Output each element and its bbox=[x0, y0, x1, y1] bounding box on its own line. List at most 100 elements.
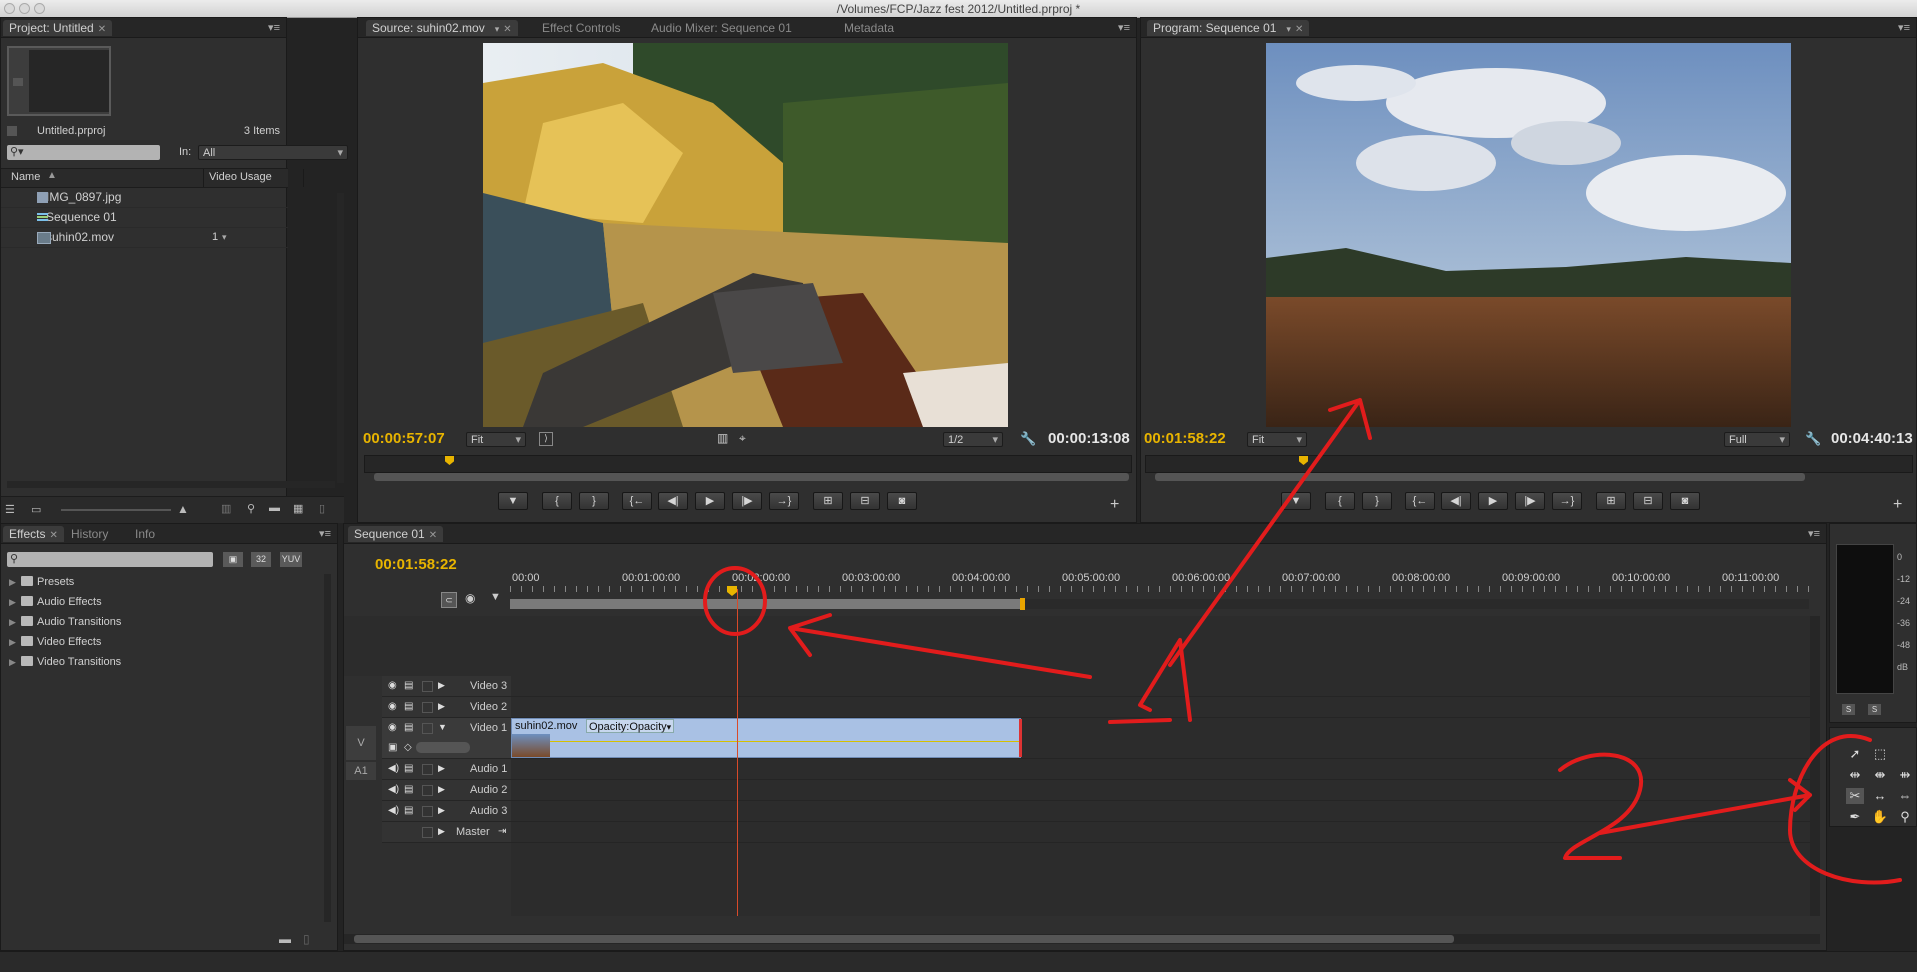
expand-icon[interactable]: ▶ bbox=[438, 827, 448, 836]
new-item-icon[interactable]: ▦ bbox=[293, 502, 303, 515]
close-icon[interactable]: ✕ bbox=[429, 530, 437, 541]
drag-audio-icon[interactable]: ⌖ bbox=[739, 431, 746, 446]
list-item[interactable]: suhin02.mov 1 ▾ bbox=[1, 227, 288, 248]
list-item[interactable]: Sequence 01 bbox=[1, 207, 288, 228]
slip-tool-icon[interactable]: ↔ bbox=[1871, 788, 1889, 804]
tab-sequence[interactable]: Sequence 01 ✕ bbox=[348, 526, 444, 542]
eye-icon[interactable]: ◉ bbox=[388, 702, 398, 712]
clip-effect-dropdown[interactable]: Opacity:Opacity▾ bbox=[586, 719, 675, 733]
effects-search-input[interactable]: ⚲ bbox=[7, 552, 213, 567]
slide-tool-icon[interactable]: ⇔ bbox=[1896, 788, 1914, 804]
source-fit-dropdown[interactable]: Fit bbox=[466, 432, 526, 448]
disclosure-icon[interactable]: ▶ bbox=[9, 654, 16, 670]
master-meter-icon[interactable]: ⇥ bbox=[498, 827, 508, 837]
collapse-icon[interactable]: ▼ bbox=[438, 723, 448, 732]
add-button-icon[interactable]: + bbox=[1893, 496, 1902, 514]
speaker-icon[interactable]: ◀) bbox=[388, 764, 399, 774]
zoom-tool-icon[interactable]: ⚲ bbox=[1896, 809, 1914, 825]
sync-lock-icon[interactable]: ▤ bbox=[404, 681, 414, 691]
razor-tool-icon[interactable]: ✂ bbox=[1846, 788, 1864, 804]
lock-icon[interactable] bbox=[422, 723, 433, 734]
ripple-edit-tool-icon[interactable]: ⇹ bbox=[1846, 767, 1864, 783]
video-clip[interactable]: suhin02.mov Opacity:Opacity▾ bbox=[511, 718, 1022, 758]
find-icon[interactable]: ⚲ bbox=[247, 502, 255, 515]
video-target-button[interactable]: V bbox=[346, 726, 376, 760]
timeline-ruler[interactable]: 00:00 00:01:00:00 00:02:00:00 00:03:00:00 00… bbox=[510, 568, 1838, 610]
panel-menu-icon[interactable]: ▾≡ bbox=[1808, 527, 1820, 540]
source-timecode-current[interactable]: 00:00:57:07 bbox=[363, 430, 445, 447]
add-button-icon[interactable]: + bbox=[1110, 496, 1119, 514]
accelerated-effects-icon[interactable]: ▣ bbox=[223, 552, 243, 567]
track-header-audio2[interactable]: ◀) ▤ ▶ Audio 2 bbox=[382, 780, 515, 801]
disclosure-icon[interactable]: ▶ bbox=[9, 574, 16, 590]
tab-metadata[interactable]: Metadata bbox=[838, 20, 900, 36]
speaker-icon[interactable]: ◀) bbox=[388, 785, 399, 795]
mark-in-button[interactable]: { bbox=[542, 492, 572, 510]
drag-video-icon[interactable]: ▥ bbox=[717, 431, 728, 445]
program-playhead[interactable] bbox=[1299, 456, 1308, 468]
list-view-icon[interactable]: ☰ bbox=[5, 503, 15, 516]
chevron-down-icon[interactable]: ▾ bbox=[495, 24, 500, 34]
track-header-master[interactable]: ▶ Master ⇥ bbox=[382, 822, 515, 843]
tab-source[interactable]: Source: suhin02.mov ▾ ✕ bbox=[366, 20, 518, 36]
track-header-video3[interactable]: ◉ ▤ ▶ Video 3 bbox=[382, 676, 515, 697]
display-style-icon[interactable]: ▣ bbox=[388, 743, 398, 753]
mark-out-button[interactable]: } bbox=[579, 492, 609, 510]
play-button[interactable]: ▶ bbox=[695, 492, 725, 510]
wrench-icon[interactable]: 🔧 bbox=[1805, 431, 1821, 447]
close-icon[interactable]: ✕ bbox=[98, 24, 106, 35]
lock-icon[interactable] bbox=[422, 785, 433, 796]
hand-tool-icon[interactable]: ✋ bbox=[1871, 809, 1889, 825]
speaker-icon[interactable]: ◀) bbox=[388, 806, 399, 816]
audio-target-button[interactable]: A1 bbox=[346, 762, 376, 780]
tab-effect-controls[interactable]: Effect Controls bbox=[536, 20, 626, 36]
source-playhead[interactable] bbox=[445, 456, 454, 468]
track-header-video1[interactable]: ◉ ▤ ▼ Video 1 ▣ ◇ bbox=[382, 718, 515, 759]
expand-icon[interactable]: ▶ bbox=[438, 764, 448, 773]
column-name[interactable]: Name bbox=[11, 171, 40, 183]
work-area-end[interactable] bbox=[1020, 598, 1025, 610]
go-to-out-button[interactable]: →} bbox=[769, 492, 799, 510]
lock-icon[interactable] bbox=[422, 764, 433, 775]
extract-button[interactable]: ⊟ bbox=[1633, 492, 1663, 510]
folder-video-transitions[interactable]: ▶ Video Transitions bbox=[1, 654, 321, 670]
step-forward-button[interactable]: |▶ bbox=[1515, 492, 1545, 510]
go-to-out-button[interactable]: →} bbox=[1552, 492, 1582, 510]
icon-view-icon[interactable]: ▭ bbox=[31, 503, 41, 516]
timeline-hscroll-thumb[interactable] bbox=[354, 935, 1454, 943]
expand-icon[interactable]: ▶ bbox=[438, 785, 448, 794]
folder-video-effects[interactable]: ▶ Video Effects bbox=[1, 634, 321, 650]
source-resolution-dropdown[interactable]: 1/2 bbox=[943, 432, 1003, 448]
tab-info[interactable]: Info bbox=[129, 526, 161, 542]
timeline-vscroll[interactable] bbox=[1810, 616, 1820, 916]
panel-menu-icon[interactable]: ▾≡ bbox=[319, 527, 331, 540]
yuv-effects-badge[interactable]: YUV bbox=[280, 552, 302, 567]
source-time-ruler[interactable] bbox=[364, 455, 1132, 473]
step-back-button[interactable]: ◀| bbox=[658, 492, 688, 510]
tab-audio-mixer[interactable]: Audio Mixer: Sequence 01 bbox=[645, 20, 798, 36]
eye-icon[interactable]: ◉ bbox=[388, 723, 398, 733]
add-marker-button[interactable]: ▼ bbox=[1281, 492, 1311, 510]
folder-audio-transitions[interactable]: ▶ Audio Transitions bbox=[1, 614, 321, 630]
marker-icon[interactable]: ▼ bbox=[490, 591, 501, 603]
32bit-effects-badge[interactable]: 32 bbox=[251, 552, 271, 567]
solo-right-button[interactable]: S bbox=[1868, 704, 1881, 715]
zoom-slider[interactable] bbox=[61, 509, 171, 511]
program-zoom-scroll[interactable] bbox=[1155, 473, 1805, 481]
close-icon[interactable]: ✕ bbox=[49, 530, 57, 541]
list-item[interactable]: IMG_0897.jpg bbox=[1, 187, 288, 208]
track-header-audio1[interactable]: ◀) ▤ ▶ Audio 1 bbox=[382, 759, 515, 780]
keyframe-icon[interactable]: ◇ bbox=[404, 743, 414, 753]
solo-left-button[interactable]: S bbox=[1842, 704, 1855, 715]
sync-lock-icon[interactable]: ▤ bbox=[404, 723, 414, 733]
program-timecode-current[interactable]: 00:01:58:22 bbox=[1144, 430, 1226, 447]
sync-lock-icon[interactable]: ▤ bbox=[404, 806, 414, 816]
program-time-ruler[interactable] bbox=[1145, 455, 1913, 473]
close-icon[interactable]: ✕ bbox=[503, 24, 511, 35]
chevron-down-icon[interactable]: ▾ bbox=[222, 227, 227, 247]
trash-icon[interactable]: ▯ bbox=[303, 932, 310, 946]
column-video-usage[interactable]: Video Usage bbox=[209, 171, 272, 183]
folder-presets[interactable]: ▶ Presets bbox=[1, 574, 321, 590]
disclosure-icon[interactable]: ▶ bbox=[9, 634, 16, 650]
timeline-playhead-handle[interactable] bbox=[727, 586, 737, 598]
